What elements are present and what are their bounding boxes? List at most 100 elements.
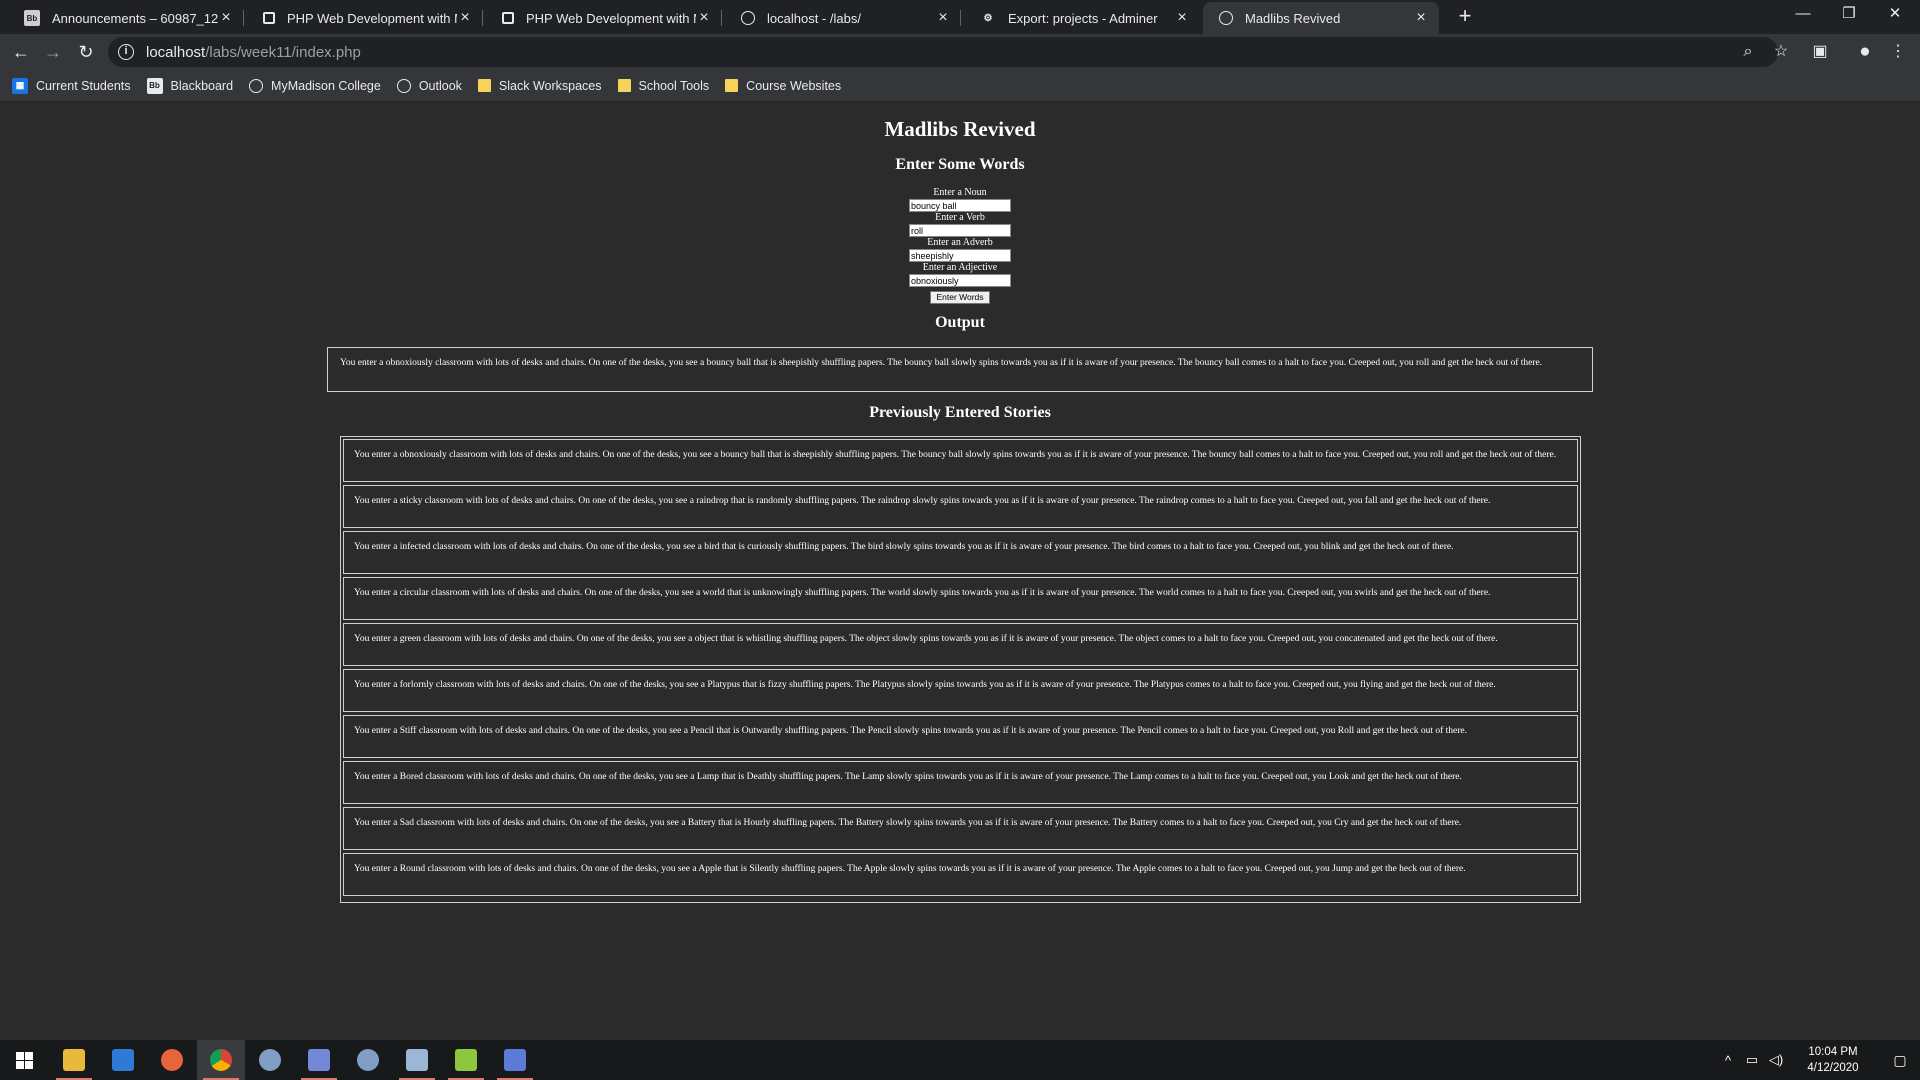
page-icon [502,12,514,24]
adverb-input[interactable] [909,249,1011,262]
notification-icon[interactable]: ▢ [1880,1052,1920,1069]
bookmark-blackboard[interactable]: Bb Blackboard [146,77,233,94]
globe-icon [396,78,411,93]
bookmark-label: Current Students [36,78,131,93]
close-icon[interactable]: × [696,10,712,26]
windows-logo-icon [15,1051,24,1060]
close-icon[interactable]: × [1174,10,1190,26]
chevron-up-icon[interactable]: ^ [1716,1053,1740,1068]
minimize-button[interactable]: — [1780,0,1826,30]
taskbar-wamp[interactable] [393,1040,441,1080]
wamp-icon [406,1049,428,1071]
noun-label: Enter a Noun [933,187,987,198]
tab-madlibs-revived[interactable]: Madlibs Revived × [1203,2,1439,34]
page-content: Madlibs Revived Enter Some Words Enter a… [0,102,1920,1040]
story-item: You enter a infected classroom with lots… [343,531,1578,574]
page-title: Madlibs Revived [884,117,1036,141]
folder-icon [477,79,491,92]
story-item: You enter a Stiff classroom with lots of… [343,715,1578,758]
tab-strip: Bb Announcements – 60987_1208 × PHP Web … [0,0,1920,34]
clock-date: 4/12/2020 [1807,1062,1859,1074]
bookmark-slack-workspaces[interactable]: Slack Workspaces [477,79,602,93]
taskbar-notepad-plus-plus[interactable] [442,1040,490,1080]
blackboard-icon: Bb [24,10,40,26]
bookmark-label: Outlook [418,78,462,93]
taskbar-mail[interactable] [99,1040,147,1080]
tab-announcements[interactable]: Bb Announcements – 60987_1208 × [8,2,244,34]
tab-title: PHP Web Development with MySQL [526,10,696,26]
close-window-button[interactable]: ✕ [1872,0,1918,30]
start-button[interactable] [0,1040,48,1080]
story-item: You enter a obnoxiously classroom with l… [343,439,1578,482]
tab-title: Export: projects - Adminer [1008,10,1158,26]
system-tray: ^ ▭ ◁) 10:04 PM 4/12/2020 ▢ [1716,1040,1920,1080]
profile-icon[interactable]: ● [1853,40,1877,64]
clock[interactable]: 10:04 PM 4/12/2020 [1796,1044,1870,1076]
verb-input[interactable] [909,224,1011,237]
story-item: You enter a Round classroom with lots of… [343,853,1578,896]
browser-toolbar: ← → ↻ i localhost/labs/week11/index.php … [0,34,1920,70]
previous-stories-list: You enter a obnoxiously classroom with l… [340,436,1581,903]
bookmark-current-students[interactable]: ▦ Current Students [12,77,131,94]
taskbar-steam-2[interactable] [344,1040,392,1080]
steam-icon [259,1049,281,1071]
tab-php-web-dev-2[interactable]: PHP Web Development with MySQL × [486,2,722,34]
bookmark-school-tools[interactable]: School Tools [617,78,710,93]
tab-adminer-export[interactable]: ⚙ Export: projects - Adminer × [964,2,1200,34]
zoom-icon[interactable]: ⌕ [1736,40,1760,64]
output-story: You enter a obnoxiously classroom with l… [327,347,1593,392]
close-icon[interactable]: × [457,10,473,26]
taskbar-app-installer[interactable] [491,1040,539,1080]
folder-icon [617,79,631,92]
bookmark-outlook[interactable]: Outlook [396,78,462,93]
new-tab-button[interactable]: + [1453,4,1477,28]
notepad-icon [455,1049,477,1071]
close-icon[interactable]: × [218,10,234,26]
steam-icon [357,1049,379,1071]
reload-button[interactable]: ↻ [72,38,100,66]
story-item: You enter a forlornly classroom with lot… [343,669,1578,712]
taskbar-discord[interactable] [295,1040,343,1080]
close-icon[interactable]: × [1413,10,1429,26]
taskbar-chrome[interactable] [197,1040,245,1080]
blackboard-icon: Bb [146,77,163,94]
adjective-input[interactable] [909,274,1011,287]
clock-time: 10:04 PM [1808,1046,1858,1058]
tab-title: Madlibs Revived [1245,10,1341,26]
installer-icon [504,1049,526,1071]
network-icon[interactable]: ▭ [1740,1052,1764,1068]
url-path: /labs/week11/index.php [205,43,361,61]
taskbar-steam[interactable] [246,1040,294,1080]
adjective-label: Enter an Adjective [922,262,998,273]
close-icon[interactable]: × [935,10,951,26]
folder-icon [725,79,739,92]
restore-button[interactable]: ❐ [1826,0,1872,30]
current-students-icon: ▦ [12,77,28,94]
globe-icon [249,78,264,93]
enter-words-button[interactable]: Enter Words [930,291,990,304]
tab-php-web-dev-1[interactable]: PHP Web Development with MySQL × [247,2,483,34]
info-icon[interactable]: i [118,44,134,60]
forward-button[interactable]: → [39,38,67,66]
volume-icon[interactable]: ◁) [1764,1052,1788,1068]
address-bar[interactable]: i localhost/labs/week11/index.php [108,37,1778,67]
mail-icon [112,1049,134,1071]
story-item: You enter a Bored classroom with lots of… [343,761,1578,804]
menu-icon[interactable]: ⋮ [1886,40,1910,64]
url-host: localhost [146,43,206,61]
previous-stories-heading: Previously Entered Stories [869,404,1051,421]
madlib-form: Enter a Noun Enter a Verb Enter an Adver… [908,187,1012,305]
back-button[interactable]: ← [7,38,35,66]
adminer-icon: ⚙ [983,12,993,24]
bookmark-label: School Tools [638,78,710,93]
bookmark-star-icon[interactable]: ☆ [1769,40,1793,64]
bookmark-mymadison-college[interactable]: MyMadison College [249,78,381,93]
tab-localhost-labs[interactable]: localhost - /labs/ × [725,2,961,34]
discord-icon [308,1049,330,1071]
bookmark-course-websites[interactable]: Course Websites [725,79,841,93]
camera-extension-icon[interactable]: ▣ [1808,40,1832,64]
taskbar-file-explorer[interactable] [50,1040,98,1080]
taskbar-firefox[interactable] [148,1040,196,1080]
output-heading: Output [935,314,985,331]
noun-input[interactable] [909,199,1011,212]
